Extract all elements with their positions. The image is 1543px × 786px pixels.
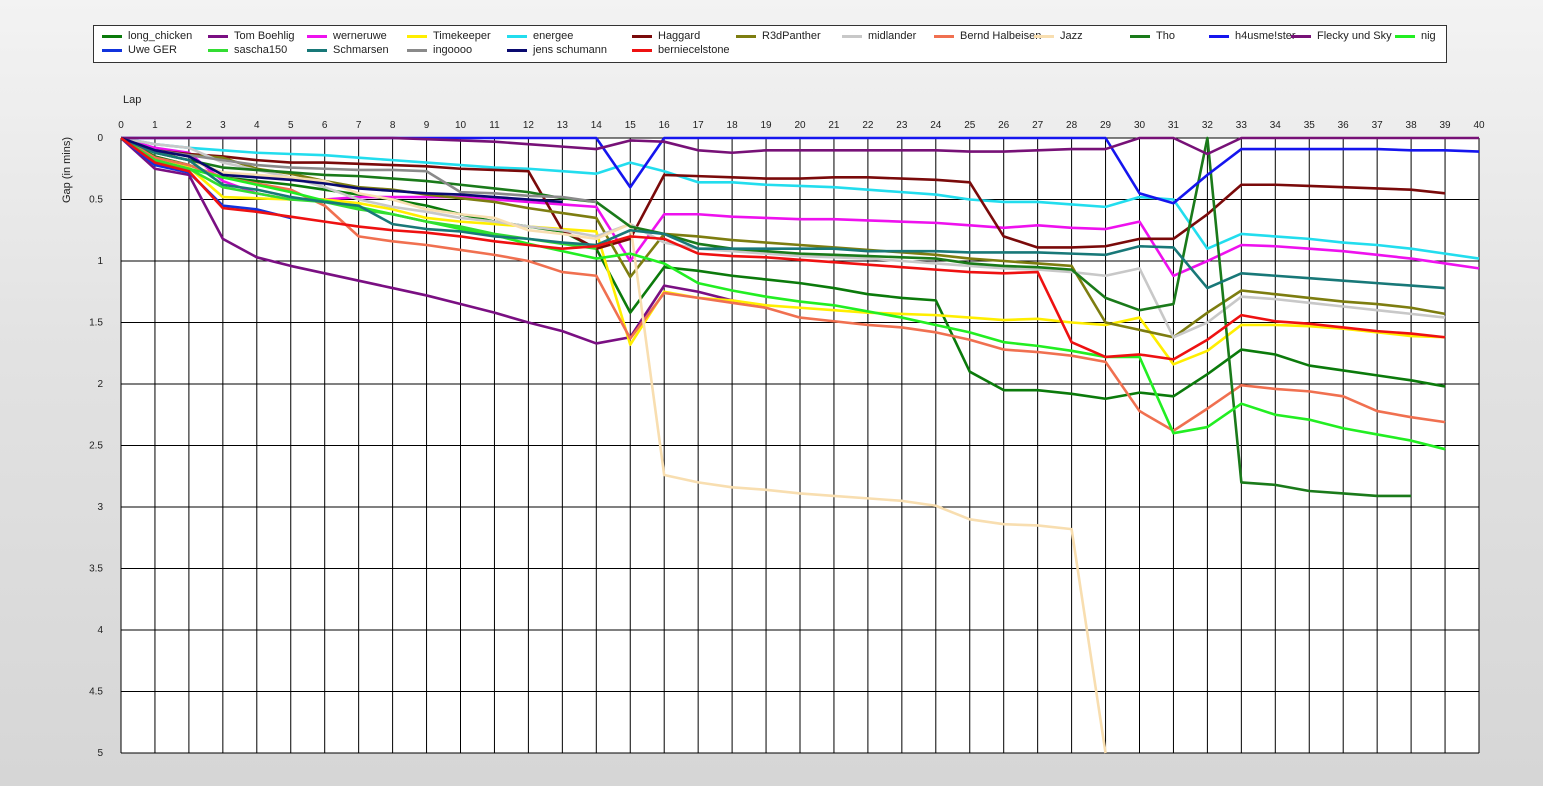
x-tick-label: 1 [152, 120, 158, 131]
x-tick-label: 31 [1168, 120, 1180, 131]
x-tick-label: 18 [727, 120, 739, 131]
x-tick-label: 11 [489, 120, 500, 131]
x-tick-label: 8 [390, 120, 396, 131]
y-tick-label: 3.5 [89, 564, 103, 575]
y-axis-title: Gap (in mins) [61, 137, 73, 203]
x-tick-label: 33 [1236, 120, 1248, 131]
x-tick-label: 28 [1066, 120, 1078, 131]
x-tick-label: 34 [1270, 120, 1282, 131]
y-tick-label: 3 [97, 502, 103, 513]
x-tick-label: 10 [455, 120, 467, 131]
x-axis-title: Lap [123, 94, 141, 106]
x-tick-label: 14 [591, 120, 603, 131]
y-tick-label: 1 [97, 256, 103, 267]
x-tick-label: 3 [220, 120, 226, 131]
x-tick-label: 35 [1304, 120, 1316, 131]
x-tick-label: 40 [1473, 120, 1485, 131]
x-tick-label: 22 [862, 120, 874, 131]
x-tick-label: 27 [1032, 120, 1044, 131]
x-tick-label: 17 [693, 120, 705, 131]
y-tick-label: 5 [97, 748, 103, 759]
x-tick-label: 37 [1372, 120, 1384, 131]
y-tick-label: 2.5 [89, 441, 103, 452]
y-tick-label: 0.5 [89, 195, 103, 206]
x-tick-label: 25 [964, 120, 976, 131]
x-tick-label: 13 [557, 120, 569, 131]
x-tick-label: 36 [1338, 120, 1350, 131]
x-tick-label: 4 [254, 120, 260, 131]
x-tick-label: 23 [896, 120, 908, 131]
x-tick-label: 15 [625, 120, 637, 131]
x-tick-label: 0 [118, 120, 124, 131]
y-tick-label: 4.5 [89, 687, 103, 698]
grid [120, 137, 1480, 754]
x-tick-label: 39 [1439, 120, 1451, 131]
x-tick-label: 24 [930, 120, 942, 131]
x-tick-label: 2 [186, 120, 192, 131]
y-tick-label: 2 [97, 379, 103, 390]
x-tick-label: 16 [659, 120, 671, 131]
x-tick-label: 26 [998, 120, 1010, 131]
x-tick-label: 32 [1202, 120, 1214, 131]
x-tick-label: 9 [424, 120, 430, 131]
y-tick-label: 4 [97, 625, 103, 636]
x-tick-label: 30 [1134, 120, 1146, 131]
x-tick-label: 29 [1100, 120, 1112, 131]
y-tick-label: 1.5 [89, 318, 103, 329]
x-tick-label: 21 [828, 120, 840, 131]
y-tick-label: 0 [97, 133, 103, 144]
x-tick-label: 38 [1406, 120, 1418, 131]
x-tick-label: 6 [322, 120, 328, 131]
x-tick-label: 5 [288, 120, 294, 131]
x-tick-label: 20 [794, 120, 806, 131]
line-chart: 0 1 2 3 4 5 6 7 8 9 10 11 12 13 14 15 16 17 18 19 20 21 22 23 24… [61, 94, 1485, 759]
x-tick-label: 12 [523, 120, 535, 131]
x-tick-label: 19 [760, 120, 772, 131]
x-tick-label: 7 [356, 120, 362, 131]
